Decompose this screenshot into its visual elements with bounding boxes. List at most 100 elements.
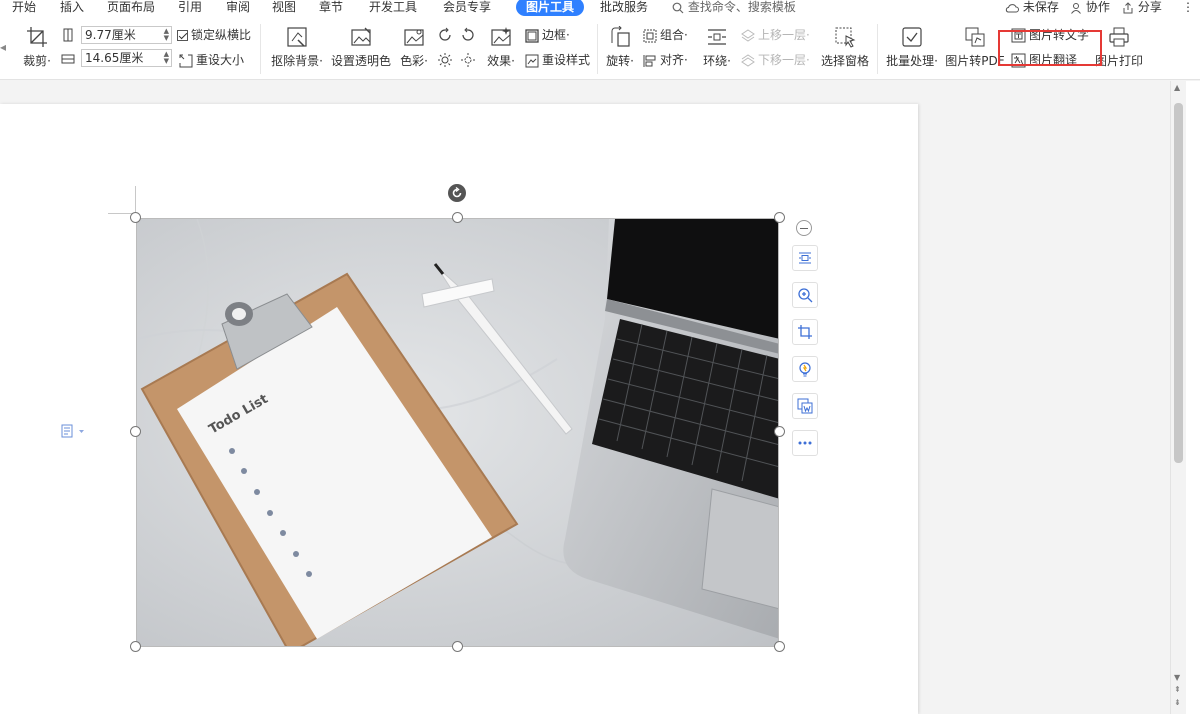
- vertical-scrollbar[interactable]: ▲ ▼ ⇞ ⇟: [1170, 81, 1186, 714]
- scroll-up-icon[interactable]: ▲: [1174, 83, 1180, 92]
- menu-section[interactable]: 章节: [319, 0, 343, 16]
- width-spinner-icon[interactable]: ▲ ▼: [164, 51, 169, 65]
- print-label: 图片打印: [1094, 54, 1143, 68]
- border-button[interactable]: 边框·: [525, 26, 570, 44]
- reset-style-label: 重设样式: [542, 53, 591, 67]
- share-button[interactable]: 分享: [1122, 0, 1162, 16]
- group-label: 组合: [660, 28, 685, 42]
- menu-member[interactable]: 会员专享: [443, 0, 491, 16]
- user-icon: [1071, 2, 1081, 14]
- ribbon-scroll-left-icon[interactable]: ◂: [0, 38, 6, 56]
- cloud-icon: [1005, 3, 1019, 12]
- group-icon: [643, 29, 657, 42]
- width-input[interactable]: 14.65厘米 ▲ ▼: [81, 49, 172, 67]
- resize-handle-bottom-right[interactable]: [774, 641, 785, 652]
- more-image-options-button[interactable]: [792, 430, 818, 456]
- layout-options-icon: [799, 252, 811, 264]
- checkbox-checked-icon: [177, 30, 188, 41]
- selection-pane-button[interactable]: 选择窗格: [820, 26, 870, 69]
- menu-review[interactable]: 审阅: [226, 0, 250, 16]
- resize-handle-bottom-left[interactable]: [130, 641, 141, 652]
- menu-home[interactable]: 开始: [12, 0, 36, 16]
- reset-size-button[interactable]: 重设大小: [179, 51, 244, 69]
- crop-image-button[interactable]: [792, 319, 818, 345]
- resize-handle-bottom[interactable]: [452, 641, 463, 652]
- contrast-icon[interactable]: [460, 52, 476, 68]
- rotate-handle[interactable]: [448, 184, 466, 202]
- zoom-in-icon: [798, 288, 813, 303]
- more-options-icon[interactable]: ⋮: [1182, 0, 1194, 16]
- resize-handle-left[interactable]: [130, 426, 141, 437]
- align-icon: [643, 54, 656, 67]
- collapse-toolbar-icon[interactable]: [796, 220, 812, 236]
- resize-handle-top[interactable]: [452, 212, 463, 223]
- bring-forward-button[interactable]: 上移一层·: [741, 26, 810, 44]
- reset-style-button[interactable]: 重设样式: [525, 51, 590, 69]
- rotate-button[interactable]: 旋转·: [603, 26, 637, 69]
- search-box[interactable]: 查找命令、搜索模板: [672, 0, 796, 16]
- menu-bar: 开始 插入 页面布局 引用 审阅 视图 章节 开发工具 会员专享 图片工具 批改…: [0, 0, 1200, 16]
- color-button[interactable]: 色彩·: [397, 26, 431, 69]
- reset-size-label: 重设大小: [196, 53, 245, 67]
- rotate-label: 旋转: [606, 54, 631, 68]
- to-pdf-button[interactable]: 图片转PDF: [945, 26, 1005, 69]
- menu-page-layout[interactable]: 页面布局: [107, 0, 155, 16]
- image-to-text-float-button[interactable]: [792, 393, 818, 419]
- rotate-right-icon[interactable]: [460, 27, 476, 43]
- set-transparent-icon: [351, 27, 371, 46]
- menu-view[interactable]: 视图: [272, 0, 296, 16]
- resize-handle-right[interactable]: [774, 426, 785, 437]
- wrap-button[interactable]: 环绕·: [700, 26, 734, 69]
- layout-options-button[interactable]: [792, 245, 818, 271]
- lock-ratio-label: 锁定纵横比: [191, 28, 252, 42]
- lock-ratio-checkbox[interactable]: 锁定纵横比: [177, 26, 251, 44]
- batch-process-button[interactable]: 批量处理·: [883, 26, 941, 69]
- collab-button[interactable]: 协作: [1070, 0, 1110, 16]
- resize-handle-top-right[interactable]: [774, 212, 785, 223]
- selected-image[interactable]: Todo List: [136, 218, 779, 647]
- height-spinner-icon[interactable]: ▲ ▼: [164, 28, 169, 42]
- scroll-thumb[interactable]: [1174, 103, 1183, 463]
- batch-process-icon: [902, 27, 922, 47]
- menu-references[interactable]: 引用: [178, 0, 202, 16]
- ribbon-toolbar: ◂ 裁剪· 9.77厘米 ▲ ▼ 14.65厘米 ▲ ▼ 锁定纵横比 重设大小 抠除…: [0, 16, 1200, 80]
- menu-picture-tools[interactable]: 图片工具: [516, 0, 585, 16]
- image-to-text-icon: [797, 398, 813, 414]
- reset-style-icon: [525, 54, 539, 67]
- brightness-icon[interactable]: [437, 52, 453, 68]
- height-input[interactable]: 9.77厘米 ▲ ▼: [81, 26, 172, 44]
- wrap-label: 环绕: [703, 54, 728, 68]
- color-icon: [404, 29, 424, 46]
- smart-suggest-button[interactable]: [792, 356, 818, 382]
- to-pdf-icon: [965, 27, 985, 47]
- share-icon: [1123, 1, 1133, 13]
- send-backward-label: 下移一层: [758, 53, 807, 67]
- reset-size-icon: [179, 54, 193, 67]
- remove-background-button[interactable]: 抠除背景·: [266, 26, 328, 69]
- crop-icon: [27, 27, 47, 47]
- resize-handle-top-left[interactable]: [130, 212, 141, 223]
- align-label: 对齐: [660, 53, 685, 67]
- paragraph-layout-icon[interactable]: [60, 424, 86, 438]
- menu-insert[interactable]: 插入: [60, 0, 84, 16]
- width-icon: [61, 54, 75, 64]
- menu-grading-service[interactable]: 批改服务: [600, 0, 648, 16]
- bring-forward-label: 上移一层: [758, 28, 807, 42]
- crop-button[interactable]: 裁剪·: [20, 26, 54, 69]
- page-down-icon[interactable]: ⇟: [1174, 698, 1181, 707]
- width-value: 14.65厘米: [85, 51, 144, 65]
- set-transparent-button[interactable]: 设置透明色: [331, 26, 391, 69]
- zoom-image-button[interactable]: [792, 282, 818, 308]
- align-button[interactable]: 对齐·: [643, 51, 688, 69]
- group-button[interactable]: 组合·: [643, 26, 688, 44]
- page-up-icon[interactable]: ⇞: [1174, 685, 1181, 694]
- rotate-left-icon[interactable]: [437, 27, 453, 43]
- menu-developer[interactable]: 开发工具: [369, 0, 417, 16]
- effects-button[interactable]: 效果·: [484, 26, 518, 69]
- highlight-box: [998, 30, 1102, 66]
- unsaved-status[interactable]: 未保存: [1005, 0, 1059, 16]
- unsaved-label: 未保存: [1022, 0, 1059, 14]
- send-backward-button[interactable]: 下移一层·: [741, 51, 810, 69]
- scroll-down-icon[interactable]: ▼: [1174, 673, 1180, 682]
- bring-forward-icon: [741, 28, 755, 42]
